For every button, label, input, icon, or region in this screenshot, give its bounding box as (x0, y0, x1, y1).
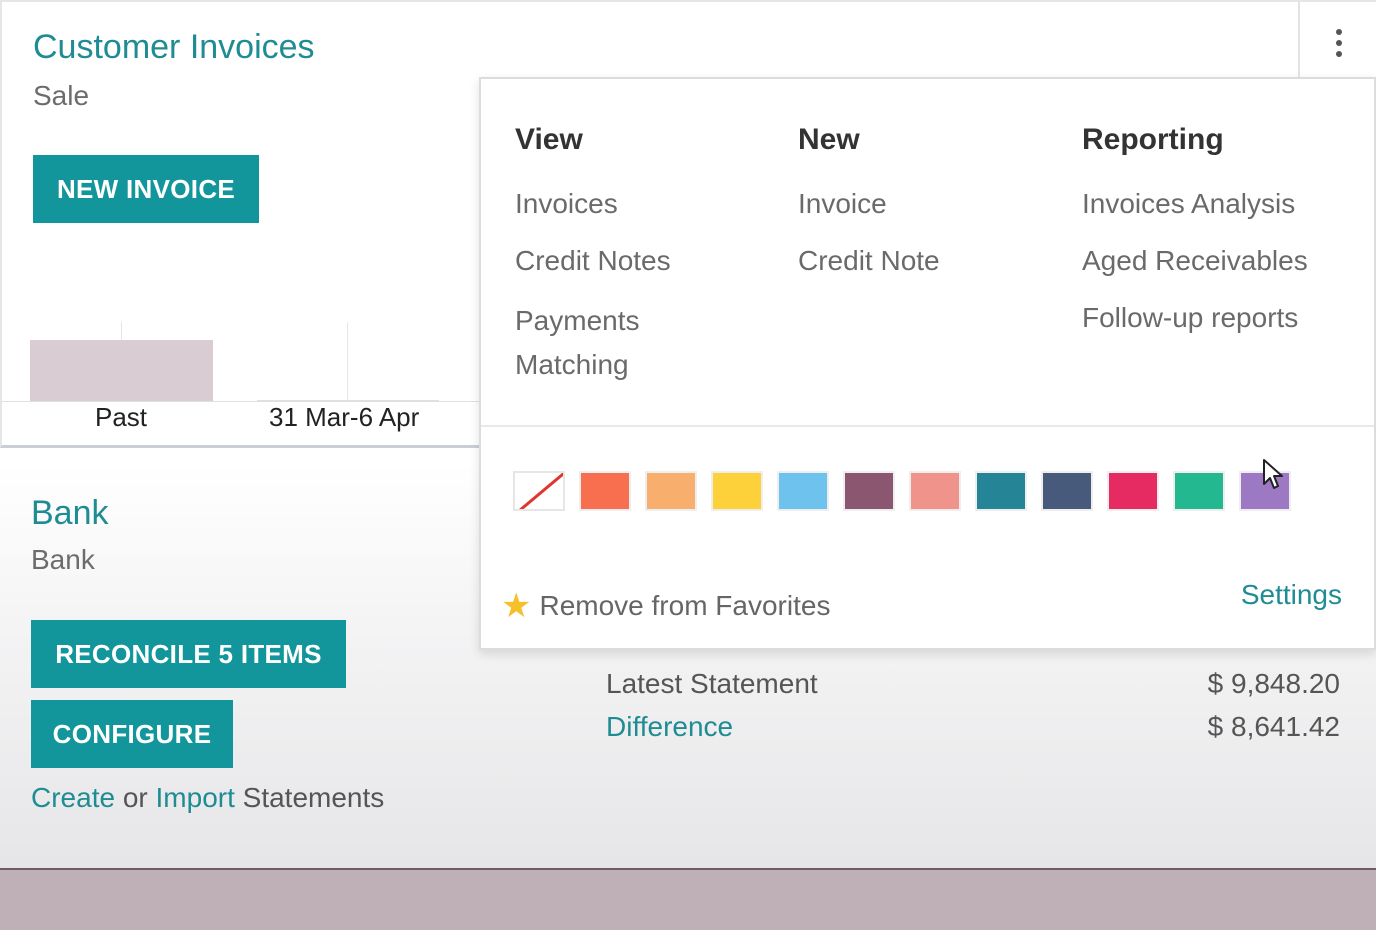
difference-link[interactable]: Difference (606, 711, 733, 743)
settings-link[interactable]: Settings (1241, 579, 1342, 611)
statement-links: Create or Import Statements (31, 782, 384, 814)
kebab-menu-icon[interactable] (1298, 2, 1376, 80)
new-heading: New (798, 123, 860, 156)
menu-item-invoices-analysis[interactable]: Invoices Analysis (1082, 185, 1308, 223)
menu-item-aged-receivables[interactable]: Aged Receivables (1082, 242, 1308, 280)
reconcile-button[interactable]: RECONCILE 5 ITEMS (31, 620, 346, 688)
chart-label-past: Past (95, 402, 148, 432)
color-swatch-5[interactable] (843, 471, 895, 511)
view-column: View Invoices Credit Notes Payments Matc… (515, 123, 695, 406)
chart-bar-past[interactable] (30, 340, 213, 402)
menu-item-new-invoice[interactable]: Invoice (798, 185, 940, 223)
favorite-label: Remove from Favorites (539, 590, 831, 621)
star-icon: ★ (501, 587, 532, 625)
card-subtitle: Bank (31, 544, 95, 575)
remove-favorites-item[interactable]: ★ Remove from Favorites (501, 589, 830, 623)
card-options-dropdown: View Invoices Credit Notes Payments Matc… (479, 77, 1376, 650)
import-link[interactable]: Import (156, 782, 235, 813)
new-column: New Invoice Credit Note (798, 123, 940, 299)
chart-gridline (347, 322, 348, 402)
menu-item-invoices[interactable]: Invoices (515, 185, 695, 223)
color-swatch-1[interactable] (579, 471, 631, 511)
color-swatch-4[interactable] (777, 471, 829, 511)
color-swatch-10[interactable] (1173, 471, 1225, 511)
latest-statement-label: Latest Statement (606, 668, 818, 699)
menu-item-follow-up-reports[interactable]: Follow-up reports (1082, 299, 1308, 337)
chart-label-week: 31 Mar-6 Apr (269, 402, 420, 432)
color-swatch-6[interactable] (909, 471, 961, 511)
new-invoice-button[interactable]: NEW INVOICE (33, 155, 259, 223)
card-subtitle: Sale (33, 80, 90, 111)
color-swatch-7[interactable] (975, 471, 1027, 511)
menu-item-payments-matching[interactable]: Payments Matching (515, 299, 695, 387)
color-swatch-2[interactable] (645, 471, 697, 511)
card-title[interactable]: Customer Invoices (33, 28, 315, 67)
color-swatch-8[interactable] (1041, 471, 1093, 511)
view-heading: View (515, 123, 583, 156)
mouse-cursor-icon (1263, 459, 1283, 489)
color-swatch-none[interactable] (513, 471, 565, 511)
menu-item-credit-notes[interactable]: Credit Notes (515, 242, 695, 280)
color-swatch-3[interactable] (711, 471, 763, 511)
color-picker (513, 471, 1291, 511)
configure-button[interactable]: CONFIGURE (31, 700, 233, 768)
create-link[interactable]: Create (31, 782, 115, 813)
reporting-column: Reporting Invoices Analysis Aged Receiva… (1082, 123, 1308, 356)
or-text: or (115, 782, 156, 813)
card-title[interactable]: Bank (31, 494, 109, 533)
statements-text: Statements (234, 782, 385, 813)
difference-value: $ 8,641.42 (1207, 711, 1340, 742)
latest-statement-value: $ 9,848.20 (1207, 668, 1340, 699)
menu-item-new-credit-note[interactable]: Credit Note (798, 242, 940, 280)
color-swatch-9[interactable] (1107, 471, 1159, 511)
next-card-band (0, 870, 1376, 930)
dropdown-separator (481, 425, 1374, 427)
reporting-heading: Reporting (1082, 123, 1224, 156)
